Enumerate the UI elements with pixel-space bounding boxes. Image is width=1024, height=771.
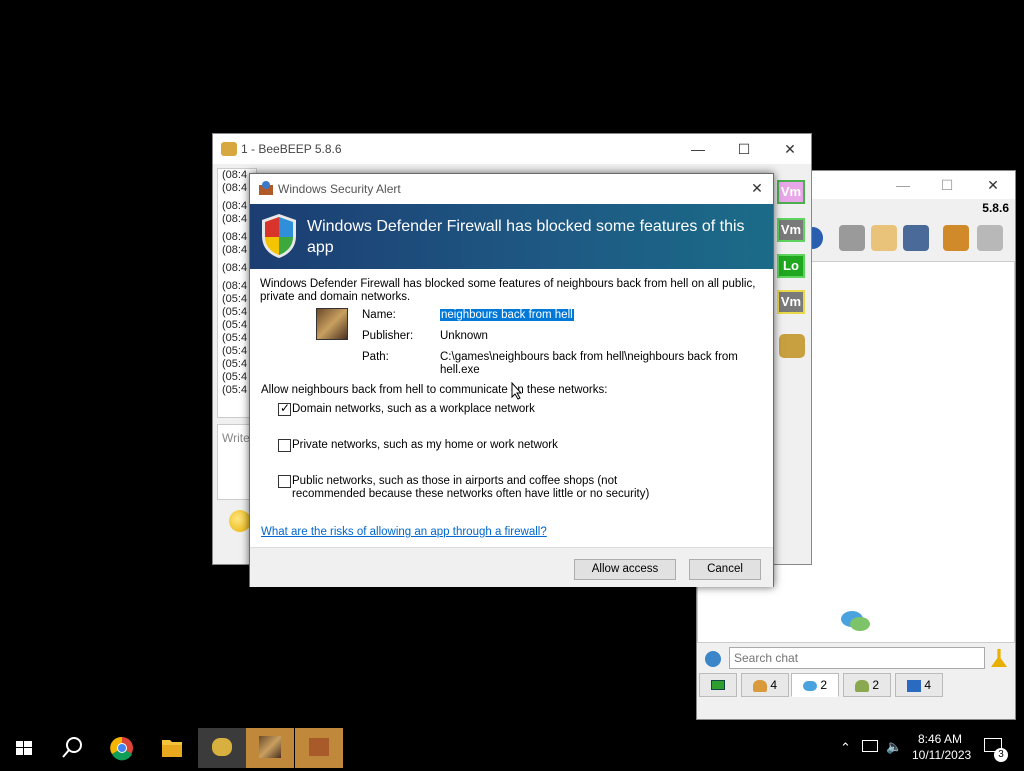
firewall-icon <box>309 738 329 756</box>
close-button[interactable]: ✕ <box>775 139 805 159</box>
tab-network[interactable]: 4 <box>895 673 943 697</box>
clear-broom-icon[interactable] <box>991 649 1007 667</box>
shield-icon <box>262 214 296 258</box>
minimize-button[interactable]: — <box>683 139 713 159</box>
alert-heading: Windows Defender Firewall has blocked so… <box>307 218 745 256</box>
tab-network-count: 4 <box>924 678 932 692</box>
name-label: Name: <box>362 309 396 321</box>
chrome-button[interactable] <box>98 728 146 768</box>
chat-bubbles-icon <box>841 611 870 631</box>
chat-window-title: 1 - BeeBEEP 5.8.6 <box>241 142 342 156</box>
beebeep-logo-icon <box>221 142 237 156</box>
tab-home[interactable] <box>699 673 737 697</box>
search-row <box>697 645 1015 673</box>
tab-groups[interactable]: 2 <box>843 673 891 697</box>
pencil-icon[interactable] <box>871 225 897 251</box>
minimize-button[interactable]: — <box>891 175 915 195</box>
users-icon <box>752 679 767 692</box>
domain-networks-label: Domain networks, such as a workplace net… <box>292 403 535 415</box>
allow-access-button[interactable]: Allow access <box>574 559 676 580</box>
notification-count-badge: 3 <box>994 748 1008 762</box>
version-label: 5.8.6 <box>982 201 1009 215</box>
search-icon <box>62 737 82 758</box>
tab-users[interactable]: 4 <box>741 673 789 697</box>
firewall-icon <box>259 181 273 195</box>
path-value: C:\games\neighbours back from hell\neigh… <box>440 351 738 376</box>
name-value[interactable]: neighbours back from hell <box>440 309 574 321</box>
mouse-cursor-icon <box>511 382 523 400</box>
settings-gear-icon[interactable] <box>705 651 721 667</box>
chat-titlebar: 1 - BeeBEEP 5.8.6 — ☐ ✕ <box>213 134 811 164</box>
maximize-button[interactable]: ☐ <box>935 175 959 195</box>
dialog-title: Windows Security Alert <box>278 182 401 196</box>
monitor-icon <box>711 680 725 690</box>
date: 10/11/2023 <box>912 748 972 762</box>
emoticon-icon[interactable] <box>229 510 251 532</box>
user-badge-vm-3[interactable]: Vm <box>777 290 805 314</box>
tab-chats-count: 2 <box>820 678 828 692</box>
private-networks-label: Private networks, such as my home or wor… <box>292 439 558 451</box>
close-button[interactable]: ✕ <box>749 180 765 197</box>
user-badge-vm-2[interactable]: Vm <box>777 218 805 242</box>
bee-icon <box>212 738 232 756</box>
public-networks-checkbox[interactable] <box>278 475 291 488</box>
chevron-up-icon[interactable]: ⌃ <box>840 740 851 756</box>
publisher-value: Unknown <box>440 330 488 342</box>
firewall-risks-link[interactable]: What are the risks of allowing an app th… <box>261 526 547 538</box>
publisher-label: Publisher: <box>362 330 414 342</box>
user-badge-label: Vm <box>780 222 802 237</box>
maximize-button[interactable]: ☐ <box>729 139 759 159</box>
user-badge-label: Vm <box>780 294 802 309</box>
trash-icon[interactable] <box>977 225 1003 251</box>
windows-logo-icon <box>16 741 32 755</box>
search-button[interactable] <box>48 728 96 768</box>
tab-users-count: 4 <box>770 678 778 692</box>
game-taskbar-button[interactable] <box>246 728 294 768</box>
user-badge-label: Lo <box>783 258 799 273</box>
alert-description: Windows Defender Firewall has blocked so… <box>260 278 756 303</box>
dialog-footer: Allow access Cancel <box>250 548 773 587</box>
firewall-alert-taskbar-button[interactable] <box>295 728 343 768</box>
public-networks-label: Public networks, such as those in airpor… <box>292 475 650 500</box>
beebeep-taskbar-button[interactable] <box>198 728 246 768</box>
group-users-icon[interactable] <box>779 334 805 358</box>
time: 8:46 AM <box>917 732 963 746</box>
close-button[interactable]: ✕ <box>981 175 1005 195</box>
folder-icon <box>162 740 182 757</box>
dialog-titlebar: Windows Security Alert ✕ <box>250 174 773 204</box>
volume-muted-icon[interactable]: 🔈 <box>886 739 902 755</box>
network-icon[interactable] <box>862 740 878 752</box>
app-thumbnail <box>316 308 348 340</box>
cancel-button[interactable]: Cancel <box>689 559 761 580</box>
bottom-tabs: 4 2 2 4 <box>697 673 1015 699</box>
tab-groups-count: 2 <box>872 678 880 692</box>
group-icon <box>854 679 869 692</box>
start-button[interactable] <box>0 728 48 768</box>
transfer-icon[interactable] <box>943 225 969 251</box>
search-chat-input[interactable] <box>729 647 985 669</box>
domain-networks-checkbox[interactable] <box>278 401 291 416</box>
path-label: Path: <box>362 351 389 363</box>
network-icon <box>906 679 921 692</box>
file-explorer-button[interactable] <box>148 728 196 768</box>
taskbar: ⌃ 🔈 8:46 AM 10/11/2023 3 <box>0 728 1024 768</box>
chat-icon <box>802 680 817 691</box>
user-badge-lo[interactable]: Lo <box>777 254 805 278</box>
tools-icon[interactable] <box>903 225 929 251</box>
game-icon <box>259 736 281 758</box>
chrome-icon <box>110 736 133 761</box>
allow-prompt: Allow neighbours back from hell to commu… <box>261 384 608 396</box>
user-badge-vm-1[interactable]: Vm <box>777 180 805 204</box>
user-badge-label: Vm <box>780 184 802 199</box>
security-alert-dialog: Windows Security Alert ✕ Windows Defende… <box>249 173 774 587</box>
tab-chats[interactable]: 2 <box>791 673 839 697</box>
clock[interactable]: 8:46 AM 10/11/2023 <box>912 732 972 762</box>
mail-icon[interactable] <box>839 225 865 251</box>
alert-banner: Windows Defender Firewall has blocked so… <box>250 204 773 269</box>
private-networks-checkbox[interactable] <box>278 439 291 452</box>
